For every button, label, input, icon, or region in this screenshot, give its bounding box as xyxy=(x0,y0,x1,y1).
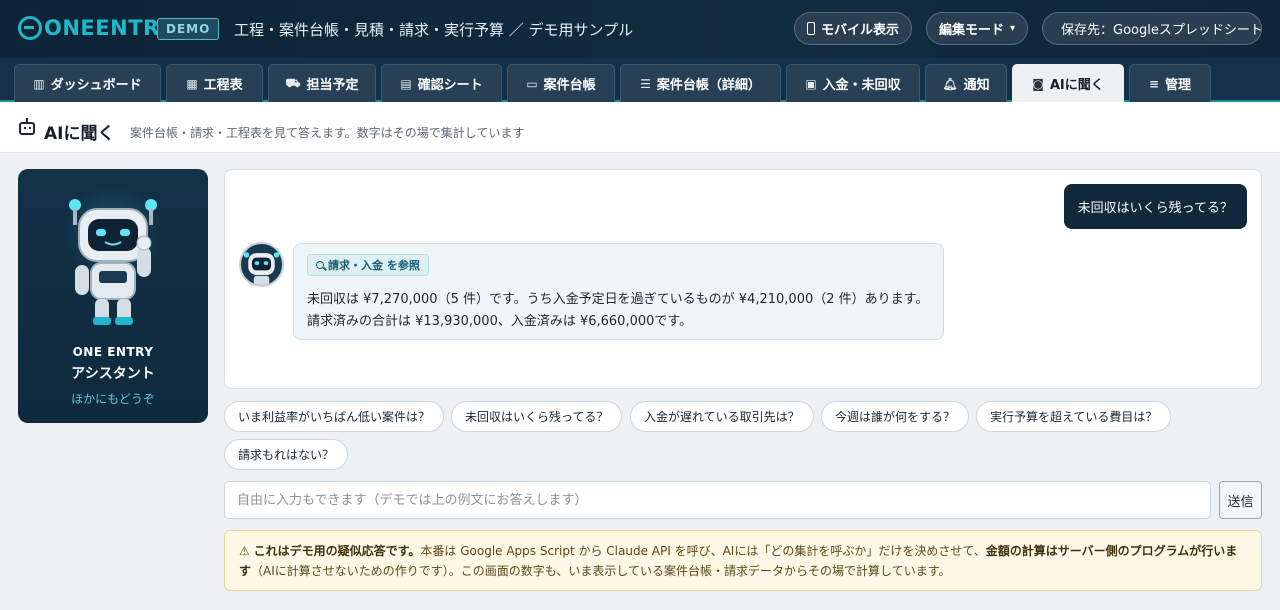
robot-mascot-icon xyxy=(65,187,161,325)
calendar-icon: ▦ xyxy=(186,76,198,91)
tab-label: 担当予定 xyxy=(306,78,359,93)
notice-text: 本番は Google Apps Script から Claude API を呼び… xyxy=(420,544,986,558)
logo-text: ONEENTRY xyxy=(44,16,175,40)
tab-label: ダッシュボード xyxy=(50,78,142,93)
chevron-down-icon: ▾ xyxy=(1010,23,1016,34)
mobile-view-button[interactable]: モバイル表示 xyxy=(794,12,912,45)
chat-panel: 未回収はいくら残ってる？ 請求・入金 を参照 未回収は ¥7,270,000（5… xyxy=(224,169,1262,389)
folder-icon: ▭ xyxy=(526,76,538,91)
robot-icon xyxy=(19,118,35,135)
demo-notice: ⚠ これはデモ用の疑似応答です。本番は Google Apps Script か… xyxy=(224,530,1262,591)
suggestion-chip[interactable]: いま利益率がいちばん低い案件は？ xyxy=(224,401,445,432)
tab-schedule[interactable]: ▦ 工程表 xyxy=(166,64,263,102)
demo-badge: DEMO xyxy=(157,18,220,40)
reference-tag-label: 請求・入金 を参照 xyxy=(328,259,420,272)
tab-project-ledger[interactable]: ▭ 案件台帳 xyxy=(507,64,615,102)
tab-label: 工程表 xyxy=(203,78,243,93)
tab-label: 案件台帳（詳細） xyxy=(656,78,761,93)
tab-label: 入金・未回収 xyxy=(822,78,901,93)
truck-icon: ⛟ xyxy=(285,75,301,90)
clipboard-icon: ▤ xyxy=(400,76,412,91)
sliders-icon: ≡ xyxy=(1148,76,1160,91)
tab-project-ledger-detail[interactable]: ☰ 案件台帳（詳細） xyxy=(620,64,781,102)
save-target-indicator[interactable]: 保存先：Googleスプレッドシート xyxy=(1042,12,1263,45)
reference-tag: 請求・入金 を参照 xyxy=(307,254,429,276)
tab-label: 管理 xyxy=(1165,78,1192,93)
tab-notifications[interactable]: 🔔︎ 通知 xyxy=(925,64,1007,102)
logo-arrow-icon xyxy=(18,16,42,40)
chart-icon: ▥ xyxy=(33,76,45,91)
bell-icon: 🔔︎ xyxy=(942,76,958,91)
suggestion-chip[interactable]: 請求もれはない？ xyxy=(224,439,349,470)
edit-mode-label: 編集モード xyxy=(939,23,1005,38)
bot-message-bubble: 請求・入金 を参照 未回収は ¥7,270,000（5 件）です。うち入金予定日… xyxy=(293,243,944,340)
app-logo[interactable]: ONEENTRY xyxy=(18,16,174,40)
assistant-tagline: ほかにもどうぞ xyxy=(71,392,155,406)
tab-label: AIに聞く xyxy=(1049,78,1104,93)
suggestion-chip[interactable]: 今週は誰が何をする？ xyxy=(821,401,970,432)
user-message-bubble: 未回収はいくら残ってる？ xyxy=(1063,184,1247,229)
save-target-label: 保存先：Googleスプレッドシート xyxy=(1061,23,1263,38)
tab-dashboard[interactable]: ▥ ダッシュボード xyxy=(14,64,161,102)
bot-message-line: 請求済みの合計は ¥13,930,000、入金済みは ¥6,660,000です。 xyxy=(307,314,693,329)
robot-avatar-icon xyxy=(243,252,280,285)
app-title: 工程・案件台帳・見積・請求・実行予算 ／ デモ用サンプル xyxy=(234,21,634,39)
suggestion-chip[interactable]: 入金が遅れている取引先は？ xyxy=(630,401,814,432)
tab-ask-ai[interactable]: ◙ AIに聞く xyxy=(1012,64,1124,102)
list-icon: ☰ xyxy=(640,76,651,91)
assistant-name-en: ONE ENTRY xyxy=(72,345,154,359)
mobile-view-label: モバイル表示 xyxy=(820,23,899,38)
warning-icon: ⚠ xyxy=(239,544,250,558)
avatar xyxy=(239,242,284,287)
tab-label: 通知 xyxy=(963,78,990,93)
bot-message-line: 未回収は ¥7,270,000（5 件）です。うち入金予定日を過ぎているものが … xyxy=(307,292,929,307)
page-subtitle: 案件台帳・請求・工程表を見て答えます。数字はその場で集計しています xyxy=(130,126,525,140)
assistant-card: ONE ENTRY アシスタント ほかにもどうぞ xyxy=(18,169,208,423)
question-input[interactable] xyxy=(224,481,1211,519)
tab-label: 確認シート xyxy=(417,78,483,93)
notice-bold-text: これはデモ用の疑似応答です。 xyxy=(253,544,421,558)
search-icon xyxy=(316,261,324,269)
tab-label: 案件台帳 xyxy=(543,78,596,93)
money-icon: ▣ xyxy=(805,76,817,91)
main-tabs: ▥ ダッシュボード ▦ 工程表 ⛟ 担当予定 ▤ 確認シート ▭ 案件台帳 ☰ … xyxy=(0,58,1280,102)
suggestion-chip[interactable]: 未回収はいくら残ってる？ xyxy=(451,401,623,432)
assistant-name-ja: アシスタント xyxy=(71,366,155,382)
tab-check-sheet[interactable]: ▤ 確認シート xyxy=(381,64,502,102)
robot-icon: ◙ xyxy=(1032,76,1044,91)
tab-admin[interactable]: ≡ 管理 xyxy=(1129,64,1211,102)
page-heading: AIに聞く 案件台帳・請求・工程表を見て答えます。数字はその場で集計しています xyxy=(0,102,1280,153)
suggestion-chip[interactable]: 実行予算を超えている費目は？ xyxy=(976,401,1172,432)
phone-icon xyxy=(807,22,815,35)
top-header: ONEENTRY DEMO 工程・案件台帳・見積・請求・実行予算 ／ デモ用サン… xyxy=(0,0,1280,58)
edit-mode-select[interactable]: 編集モード ▾ xyxy=(926,12,1028,45)
page-title: AIに聞く xyxy=(44,124,115,144)
notice-text: （AIに計算させないための作りです）。この画面の数字も、いま表示している案件台帳… xyxy=(251,564,951,578)
tab-payments[interactable]: ▣ 入金・未回収 xyxy=(786,64,920,102)
send-button[interactable]: 送信 xyxy=(1219,481,1262,519)
tab-assignments[interactable]: ⛟ 担当予定 xyxy=(268,64,376,102)
